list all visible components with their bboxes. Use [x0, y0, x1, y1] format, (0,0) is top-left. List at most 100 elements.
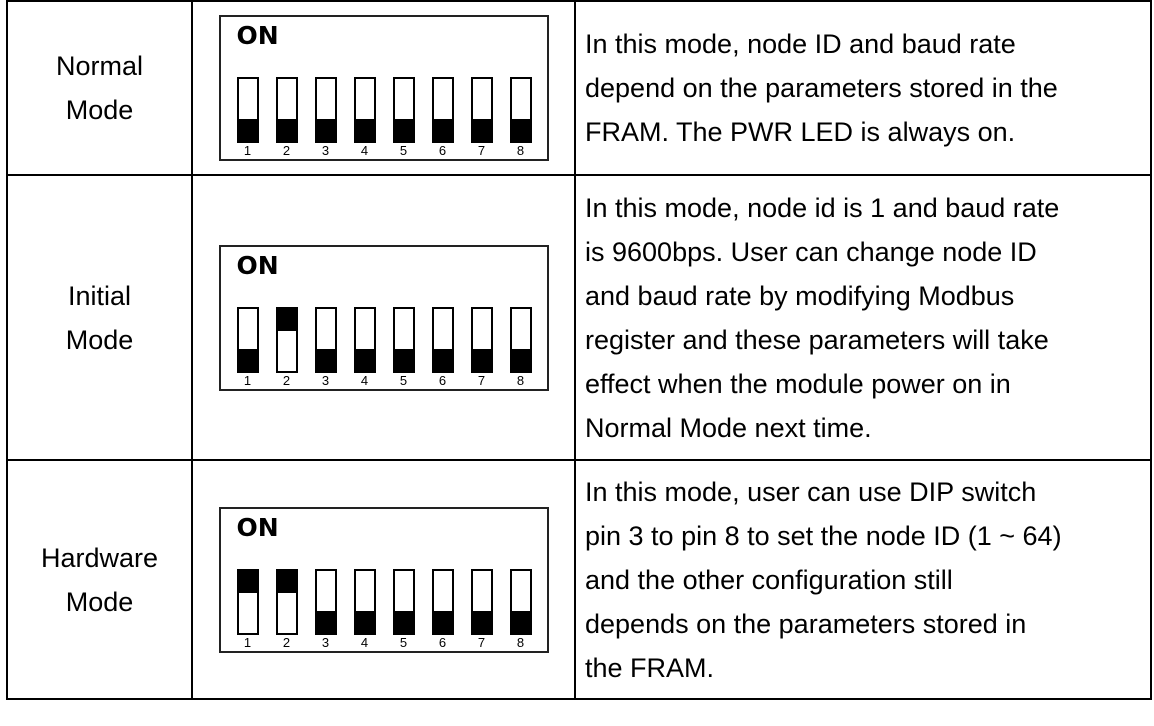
dip-switch-4: [353, 77, 376, 143]
dip-switch-1: [236, 306, 259, 373]
dip-switch-knob: [316, 348, 335, 371]
description-line: In this mode, node id is 1 and baud rate: [585, 192, 1060, 223]
dip-switch-6: [431, 568, 454, 635]
dip-switch-cell: ON 1 2 3 4 5 6 7 8: [191, 174, 576, 461]
dip-pin-number: 8: [516, 372, 525, 388]
dip-on-label: ON: [236, 512, 279, 542]
table-row-normal-mode: Normal Mode ON 1 2 3 4 5 6 7 8 In this mode, no…: [6, 0, 1152, 176]
dip-switch-6: [431, 77, 454, 143]
mode-name-cell: Normal Mode: [6, 0, 193, 176]
dip-pin-number: 5: [399, 634, 408, 650]
dip-pin-number: 6: [438, 372, 447, 388]
dip-switch-diagram: ON 1 2 3 4 5 6 7 8: [218, 506, 549, 653]
dip-switch-knob: [433, 610, 452, 633]
dip-switch-knob: [394, 348, 413, 371]
dip-switch-knob: [355, 119, 374, 141]
dip-switch-knob: [511, 348, 530, 371]
dip-pin-number: 3: [321, 372, 330, 388]
dip-pin-number: 2: [282, 372, 291, 388]
dip-pin-number: 5: [399, 372, 408, 388]
mode-description-cell: In this mode, node ID and baud rate depe…: [574, 0, 1152, 176]
dip-switch-knob: [277, 119, 296, 141]
dip-mode-table: Normal Mode ON 1 2 3 4 5 6 7 8 In this mode, no…: [6, 0, 1152, 700]
dip-switch-knob: [472, 610, 491, 633]
description-line: In this mode, user can use DIP switch: [585, 476, 1037, 507]
dip-switch-knob: [277, 570, 296, 593]
description-line: effect when the module power on in: [585, 368, 1011, 399]
dip-switch-knob: [277, 308, 296, 331]
mode-name-line: Hardware: [40, 542, 159, 573]
dip-switch-diagram: ON 1 2 3 4 5 6 7 8: [218, 244, 549, 391]
dip-pin-number: 1: [243, 143, 252, 158]
dip-switch-knob: [316, 119, 335, 141]
description-line: is 9600bps. User can change node ID: [585, 236, 1037, 267]
dip-pin-number: 3: [321, 634, 330, 650]
dip-switch-knob: [433, 348, 452, 371]
table-row-hardware-mode: Hardware Mode ON 1 2 3 4 5 6 7 8 In this mode, …: [6, 459, 1152, 700]
dip-switch-7: [470, 77, 493, 143]
description-line: the FRAM.: [585, 652, 715, 683]
dip-switch-knob: [511, 610, 530, 633]
dip-pin-number: 4: [360, 634, 369, 650]
dip-switch-2: [275, 77, 298, 143]
mode-description-cell: In this mode, node id is 1 and baud rate…: [574, 174, 1152, 461]
dip-switch-3: [314, 77, 337, 143]
dip-pin-number: 4: [360, 143, 369, 158]
dip-switch-knob: [394, 119, 413, 141]
dip-switch-knob: [472, 348, 491, 371]
dip-switch-2: [275, 306, 298, 373]
dip-switch-5: [392, 77, 415, 143]
dip-switch-cell: ON 1 2 3 4 5 6 7 8: [191, 459, 576, 700]
dip-on-label: ON: [236, 250, 279, 280]
dip-pin-number: 6: [438, 634, 447, 650]
dip-switch-7: [470, 568, 493, 635]
dip-on-label: ON: [236, 21, 279, 50]
description-line: depend on the parameters stored in the: [585, 73, 1058, 103]
dip-switch-8: [509, 77, 532, 143]
dip-pin-number: 3: [321, 143, 330, 158]
dip-switch-1: [236, 568, 259, 635]
dip-pin-number: 7: [477, 634, 486, 650]
description-line: and baud rate by modifying Modbus: [585, 280, 1015, 311]
dip-switch-cell: ON 1 2 3 4 5 6 7 8: [191, 0, 576, 176]
dip-pin-number: 2: [282, 634, 291, 650]
dip-pin-number: 7: [477, 143, 486, 158]
description-line: pin 3 to pin 8 to set the node ID (1 ~ 6…: [585, 520, 1062, 551]
dip-switch-8: [509, 306, 532, 373]
description-line: In this mode, node ID and baud rate: [585, 29, 1016, 59]
description-line: FRAM. The PWR LED is always on.: [585, 117, 1016, 147]
dip-pin-number: 1: [243, 634, 252, 650]
dip-switch-knob: [511, 119, 530, 141]
description-line: and the other configuration still: [585, 564, 953, 595]
dip-switch-5: [392, 306, 415, 373]
dip-pin-number: 4: [360, 372, 369, 388]
mode-description-cell: In this mode, user can use DIP switch pi…: [574, 459, 1152, 700]
dip-switch-diagram: ON 1 2 3 4 5 6 7 8: [218, 15, 549, 161]
dip-switch-5: [392, 568, 415, 635]
dip-switch-1: [236, 77, 259, 143]
dip-switch-knob: [394, 610, 413, 633]
dip-pin-number: 8: [516, 634, 525, 650]
dip-switch-2: [275, 568, 298, 635]
dip-switch-knob: [316, 610, 335, 633]
description-line: register and these parameters will take: [585, 324, 1049, 355]
dip-switch-knob: [238, 119, 257, 141]
mode-name-line: Mode: [65, 95, 134, 125]
dip-switch-8: [509, 568, 532, 635]
mode-name-line: Initial: [67, 280, 132, 311]
dip-pin-number: 8: [516, 143, 525, 158]
mode-name-line: Mode: [65, 586, 134, 617]
dip-switch-knob: [238, 570, 257, 593]
mode-name-cell: Hardware Mode: [6, 459, 193, 700]
mode-name-line: Mode: [65, 324, 134, 355]
dip-switch-4: [353, 568, 376, 635]
dip-pin-number: 5: [399, 143, 408, 158]
description-line: Normal Mode next time.: [585, 412, 872, 443]
dip-switch-7: [470, 306, 493, 373]
dip-switch-knob: [472, 119, 491, 141]
dip-pin-number: 2: [282, 143, 291, 158]
description-line: depends on the parameters stored in: [585, 608, 1027, 639]
dip-switch-knob: [355, 610, 374, 633]
dip-pin-number: 1: [243, 372, 252, 388]
mode-name-cell: Initial Mode: [6, 174, 193, 461]
